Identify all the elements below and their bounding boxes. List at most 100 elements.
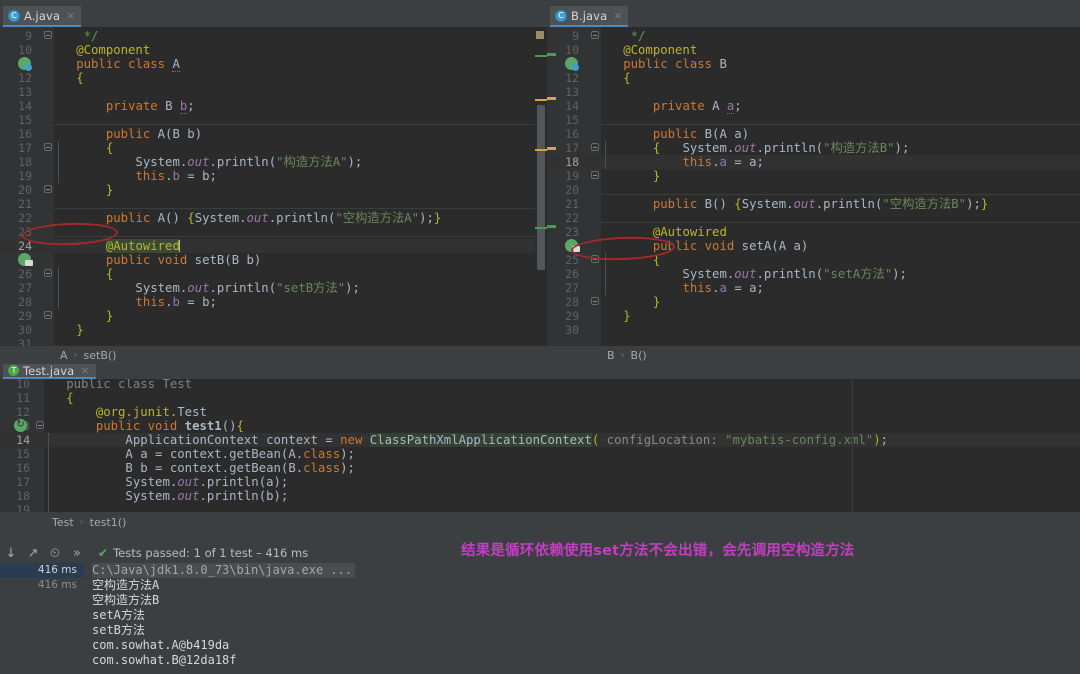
scrollbar-marker[interactable] xyxy=(535,149,547,151)
code-line[interactable]: public void setB(B b) xyxy=(54,253,262,267)
scroll-down-icon[interactable]: ↓ xyxy=(0,543,22,563)
scrollbar-marker[interactable] xyxy=(535,55,547,57)
code-line[interactable]: public class A xyxy=(54,57,180,72)
scrollbar-marker[interactable] xyxy=(547,53,556,56)
code-line[interactable]: System.out.println("setA方法"); xyxy=(601,267,907,281)
code-line[interactable]: public A() {System.out.println("空构造方法A")… xyxy=(54,211,441,225)
code-area-b[interactable]: */ @Component public class B { private A… xyxy=(601,27,1080,346)
code-line[interactable]: } xyxy=(601,169,660,183)
fold-toggle-icon[interactable] xyxy=(591,143,600,152)
code-line[interactable]: System.out.println(a); xyxy=(44,475,288,489)
code-area-test[interactable]: public class Test { @org.junit.Test publ… xyxy=(44,379,1080,512)
code-line[interactable]: { xyxy=(601,71,630,85)
close-icon[interactable]: × xyxy=(80,365,89,376)
fold-toggle-icon[interactable] xyxy=(44,31,53,40)
gutter-b[interactable]: 9101112131415161718192021222324252627282… xyxy=(547,27,601,346)
code-line[interactable]: { System.out.println("构造方法B"); xyxy=(601,141,910,155)
code-line[interactable]: public B() {System.out.println("空构造方法B")… xyxy=(601,197,988,211)
code-line[interactable]: System.out.println(b); xyxy=(44,489,288,503)
code-line[interactable]: this.a = a; xyxy=(601,281,763,295)
breadcrumb-class[interactable]: B xyxy=(607,349,615,362)
editor-body-b[interactable]: 9101112131415161718192021222324252627282… xyxy=(547,27,1080,346)
code-line[interactable]: @Component xyxy=(601,43,697,57)
scrollbar-marker[interactable] xyxy=(547,147,556,150)
code-line[interactable]: } xyxy=(54,183,113,197)
code-line[interactable]: { xyxy=(601,253,660,267)
breadcrumb-method[interactable]: test1() xyxy=(90,516,127,529)
scrollbar-marker[interactable] xyxy=(535,99,547,101)
code-line[interactable]: this.b = b; xyxy=(54,169,216,183)
fold-toggle-icon[interactable] xyxy=(44,143,53,152)
bean-setter-gutter-icon[interactable] xyxy=(18,253,33,266)
breadcrumb-b[interactable]: B › B() xyxy=(547,346,1080,364)
code-line[interactable]: System.out.println("构造方法A"); xyxy=(54,155,362,169)
code-line[interactable]: */ xyxy=(601,29,646,43)
fold-toggle-icon[interactable] xyxy=(44,269,53,278)
close-icon[interactable]: × xyxy=(66,10,75,21)
code-line[interactable]: public void setA(A a) xyxy=(601,239,809,253)
code-line[interactable]: */ xyxy=(54,29,99,43)
scrollbar-marker[interactable] xyxy=(535,227,547,229)
code-line[interactable]: @Autowired xyxy=(54,239,180,253)
code-line[interactable]: public void test1(){ xyxy=(44,419,244,433)
editor-body-a[interactable]: 9101112131415161718192021222324252627282… xyxy=(0,27,547,351)
code-line[interactable]: { xyxy=(44,391,73,405)
console-output[interactable]: C:\Java\jdk1.8.0_73\bin\java.exe ... 空构造方… xyxy=(88,563,1080,674)
code-line[interactable]: @Autowired xyxy=(601,225,727,239)
more-icon[interactable]: » xyxy=(66,543,88,563)
bean-class-gutter-icon[interactable] xyxy=(565,57,579,71)
code-token: "构造方法A" xyxy=(276,155,348,169)
tab-b-java[interactable]: B.java × xyxy=(550,6,629,27)
editor-body-test[interactable]: 10111213141516171819 public class Test {… xyxy=(0,377,1080,517)
code-line[interactable]: } xyxy=(54,309,113,323)
code-line[interactable]: this.a = a; xyxy=(601,155,763,169)
tab-a-java[interactable]: A.java × xyxy=(3,6,82,27)
fold-toggle-icon[interactable] xyxy=(591,171,600,180)
fold-toggle-icon[interactable] xyxy=(44,311,53,320)
console-area[interactable]: 416 ms 416 ms C:\Java\jdk1.8.0_73\bin\jav… xyxy=(0,563,1080,674)
close-icon[interactable]: × xyxy=(613,10,622,21)
code-line[interactable]: { xyxy=(54,267,113,281)
code-line[interactable]: } xyxy=(601,309,630,323)
fold-toggle-icon[interactable] xyxy=(591,297,600,306)
code-line[interactable]: ApplicationContext context = new ClassPa… xyxy=(44,433,888,447)
breadcrumb-a[interactable]: A › setB() xyxy=(0,346,547,364)
code-line[interactable]: { xyxy=(54,141,113,155)
expand-icon[interactable]: ↗ xyxy=(22,543,44,563)
bean-class-gutter-icon[interactable] xyxy=(18,57,32,71)
code-line[interactable]: @org.junit.Test xyxy=(44,405,207,419)
code-line[interactable]: public class Test xyxy=(44,379,192,391)
scrollbar-a[interactable] xyxy=(535,27,547,346)
scrollbar-marker[interactable] xyxy=(547,97,556,100)
breadcrumb-method[interactable]: setB() xyxy=(84,349,117,362)
run-test-gutter-icon[interactable] xyxy=(14,417,27,432)
code-line[interactable]: A a = context.getBean(A.class); xyxy=(44,447,355,461)
fold-toggle-icon[interactable] xyxy=(591,31,600,40)
history-icon[interactable]: ⏲ xyxy=(44,543,66,563)
bean-setter-gutter-icon[interactable] xyxy=(565,239,580,252)
code-line[interactable]: public B(A a) xyxy=(601,127,749,141)
code-area-a[interactable]: */ @Component public class A { private B… xyxy=(54,27,547,346)
code-line[interactable]: private A a; xyxy=(601,99,742,114)
code-line[interactable]: { xyxy=(54,71,83,85)
gutter-a[interactable]: 9101112131415161718192021222324252627282… xyxy=(0,27,54,351)
code-line[interactable]: public class B xyxy=(601,57,727,71)
scrollbar-error-stripe[interactable] xyxy=(536,31,544,39)
scrollbar-thumb[interactable] xyxy=(537,105,545,270)
scrollbar-marker[interactable] xyxy=(547,225,556,228)
code-line[interactable]: } xyxy=(54,323,83,337)
breadcrumb-test[interactable]: Test › test1() xyxy=(0,512,1080,532)
code-line[interactable]: System.out.println("setB方法"); xyxy=(54,281,360,295)
fold-toggle-icon[interactable] xyxy=(591,255,600,264)
code-line[interactable]: private B b; xyxy=(54,99,195,114)
fold-toggle-icon[interactable] xyxy=(44,185,53,194)
code-line[interactable]: } xyxy=(601,295,660,309)
gutter-test[interactable]: 10111213141516171819 xyxy=(0,377,44,517)
code-line[interactable]: this.b = b; xyxy=(54,295,216,309)
code-line[interactable]: B b = context.getBean(B.class); xyxy=(44,461,355,475)
code-line[interactable]: public A(B b) xyxy=(54,127,202,141)
breadcrumb-class[interactable]: Test xyxy=(52,516,74,529)
code-line[interactable]: @Component xyxy=(54,43,150,57)
breadcrumb-method[interactable]: B() xyxy=(631,349,647,362)
breadcrumb-class[interactable]: A xyxy=(60,349,68,362)
